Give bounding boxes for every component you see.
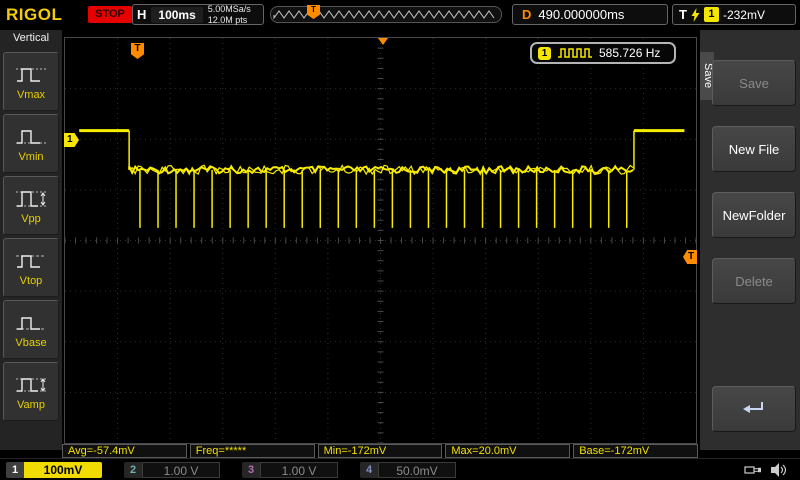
horizontal-label: H bbox=[137, 7, 147, 22]
graticule bbox=[64, 37, 697, 444]
memory-position-bar[interactable]: T bbox=[270, 5, 502, 23]
frequency-counter-badge: 1 585.726 Hz bbox=[530, 42, 676, 64]
channel-3-status[interactable]: 3 1.00 V bbox=[242, 462, 338, 478]
vpp-button[interactable]: Vpp bbox=[3, 176, 59, 235]
channel-2-status[interactable]: 2 1.00 V bbox=[124, 462, 220, 478]
trigger-source-channel: 1 bbox=[703, 7, 719, 22]
vbase-label: Vbase bbox=[15, 336, 47, 349]
top-status-bar: RIGOL STOP H 100ms 5.00MSa/s 12.0M pts T… bbox=[0, 0, 800, 30]
vbase-button[interactable]: Vbase bbox=[3, 300, 59, 359]
trigger-level-value: -232mV bbox=[722, 7, 765, 22]
freq-counter-value: 585.726 Hz bbox=[599, 46, 661, 60]
vmin-label: Vmin bbox=[18, 150, 44, 163]
measurement-min: Min=-172mV bbox=[317, 444, 443, 458]
channel-3-scale: 1.00 V bbox=[260, 462, 338, 478]
vtop-label: Vtop bbox=[19, 274, 43, 287]
waveform-plot bbox=[64, 37, 697, 444]
new-folder-button[interactable]: NewFolder bbox=[712, 192, 796, 238]
vmax-icon bbox=[16, 67, 46, 82]
pulse-train-icon bbox=[558, 48, 592, 58]
horizontal-settings-box[interactable]: H 100ms 5.00MSa/s 12.0M pts bbox=[132, 4, 264, 25]
acquisition-rates: 5.00MSa/s 12.0M pts bbox=[208, 4, 251, 25]
channel-4-scale: 50.0mV bbox=[378, 462, 456, 478]
memory-depth: 12.0M pts bbox=[207, 14, 248, 25]
channel-1-status[interactable]: 1 100mV bbox=[6, 462, 102, 478]
vmax-label: Vmax bbox=[16, 88, 46, 101]
trigger-edge-icon bbox=[691, 7, 700, 22]
measure-menu-title: Vertical bbox=[12, 32, 50, 44]
channel-1-number: 1 bbox=[6, 462, 24, 478]
new-file-button[interactable]: New File bbox=[712, 126, 796, 172]
measurement-avg: Avg=-57.4mV bbox=[62, 444, 187, 458]
measure-menu: Vertical Vmax Vmin Vpp Vtop Vbase Vamp bbox=[0, 30, 62, 450]
channel-status-bar: 1 100mV 2 1.00 V 3 1.00 V 4 50.0mV bbox=[0, 458, 800, 480]
save-menu: Save Save New File NewFolder Delete bbox=[700, 30, 800, 450]
freq-counter-channel: 1 bbox=[538, 46, 551, 60]
return-arrow-icon bbox=[743, 402, 763, 413]
vtop-button[interactable]: Vtop bbox=[3, 238, 59, 297]
timebase-value: 100ms bbox=[151, 6, 203, 23]
delete-button[interactable]: Delete bbox=[712, 258, 796, 304]
back-button[interactable] bbox=[712, 386, 796, 432]
channel-1-scale: 100mV bbox=[24, 462, 102, 478]
sample-rate: 5.00MSa/s bbox=[207, 4, 251, 15]
delay-box[interactable]: D 490.000000ms bbox=[512, 4, 668, 25]
vmin-button[interactable]: Vmin bbox=[3, 114, 59, 173]
waveform-display: T 1 T 1 585.726 Hz bbox=[62, 30, 700, 444]
delay-label: D bbox=[522, 7, 532, 22]
rigol-logo: RIGOL bbox=[6, 5, 63, 24]
channel-4-number: 4 bbox=[360, 462, 378, 478]
measurement-results-bar: Avg=-57.4mV Freq=***** Min=-172mV Max=20… bbox=[62, 444, 698, 458]
measurement-max: Max=20.0mV bbox=[445, 444, 571, 458]
trigger-position-triangle-icon[interactable] bbox=[378, 38, 388, 45]
usb-icon bbox=[744, 466, 761, 474]
save-button[interactable]: Save bbox=[712, 60, 796, 106]
vmax-button[interactable]: Vmax bbox=[3, 52, 59, 111]
channel-2-scale: 1.00 V bbox=[142, 462, 220, 478]
vmin-icon bbox=[16, 129, 46, 144]
vamp-label: Vamp bbox=[17, 398, 45, 411]
trigger-label: T bbox=[679, 7, 687, 22]
vamp-button[interactable]: Vamp bbox=[3, 362, 59, 421]
trigger-box[interactable]: T 1 -232mV bbox=[672, 4, 796, 25]
speaker-icon[interactable] bbox=[770, 462, 786, 478]
vamp-icon bbox=[16, 377, 46, 392]
delay-value: 490.000000ms bbox=[538, 7, 625, 22]
vbase-icon bbox=[16, 316, 46, 330]
vtop-icon bbox=[16, 254, 46, 268]
measurement-freq: Freq=***** bbox=[189, 444, 315, 458]
vpp-label: Vpp bbox=[21, 212, 41, 225]
measurement-base: Base=-172mV bbox=[573, 444, 698, 458]
run-state-badge[interactable]: STOP bbox=[88, 6, 132, 23]
channel-4-status[interactable]: 4 50.0mV bbox=[360, 462, 456, 478]
memory-waveform-preview bbox=[273, 10, 495, 20]
channel-3-number: 3 bbox=[242, 462, 260, 478]
vpp-icon bbox=[16, 190, 46, 207]
channel-2-number: 2 bbox=[124, 462, 142, 478]
